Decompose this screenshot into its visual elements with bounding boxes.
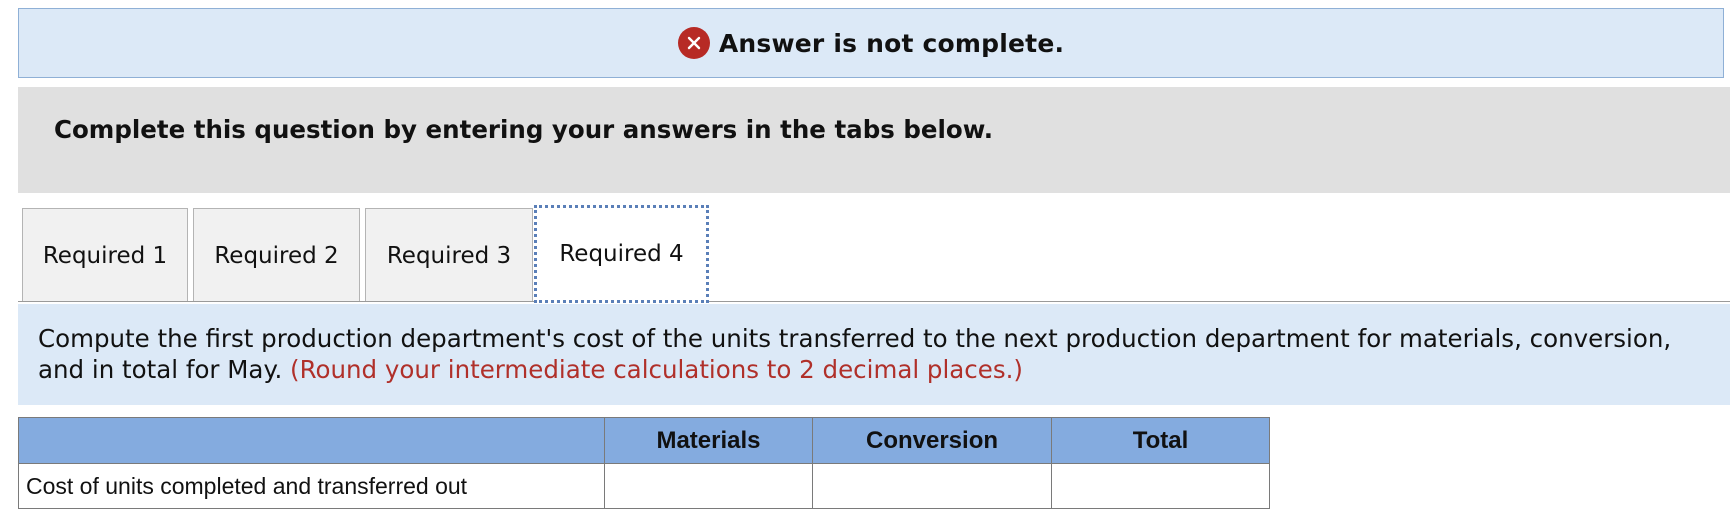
column-header-blank <box>18 417 605 464</box>
instructions-text: Complete this question by entering your … <box>54 114 994 144</box>
tab-label: Required 2 <box>214 242 339 269</box>
page: Answer is not complete. Complete this qu… <box>0 0 1730 518</box>
total-cell[interactable] <box>1051 463 1270 509</box>
tab-label: Required 4 <box>559 241 684 267</box>
conversion-cell[interactable] <box>812 463 1052 509</box>
table-header-row: Materials Conversion Total <box>18 417 1270 464</box>
conversion-input[interactable] <box>813 464 1051 508</box>
tab-required-3[interactable]: Required 3 <box>365 208 533 302</box>
row-label: Cost of units completed and transferred … <box>18 463 605 509</box>
x-circle-icon <box>677 27 710 59</box>
tab-label: Required 1 <box>42 242 168 269</box>
tab-divider <box>18 301 1730 302</box>
instructions-panel: Complete this question by entering your … <box>18 87 1730 193</box>
column-header-conversion: Conversion <box>812 417 1052 464</box>
materials-cell[interactable] <box>604 463 813 509</box>
tab-label: Required 3 <box>386 242 512 269</box>
status-message: Answer is not complete. <box>718 28 1065 58</box>
tab-required-4[interactable]: Required 4 <box>534 205 709 303</box>
materials-input[interactable] <box>605 464 812 508</box>
tab-required-2[interactable]: Required 2 <box>193 208 360 302</box>
column-header-materials: Materials <box>604 417 813 464</box>
table-row: Cost of units completed and transferred … <box>18 463 1270 509</box>
answer-table: Materials Conversion Total Cost of units… <box>18 417 1270 509</box>
question-panel: Compute the first production department'… <box>18 304 1730 405</box>
tab-bar: Required 1 Required 2 Required 3 Require… <box>18 205 1730 303</box>
column-header-total: Total <box>1051 417 1270 464</box>
rounding-note: (Round your intermediate calculations to… <box>290 355 1023 384</box>
tab-required-1[interactable]: Required 1 <box>22 208 188 302</box>
total-input[interactable] <box>1052 464 1269 508</box>
status-banner-content: Answer is not complete. <box>677 27 1065 59</box>
status-banner: Answer is not complete. <box>18 8 1724 78</box>
